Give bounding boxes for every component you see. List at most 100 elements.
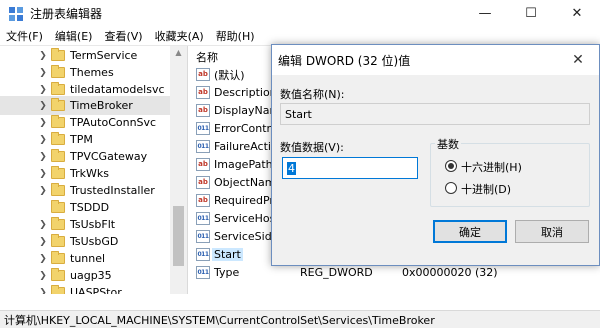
menu-view[interactable]: 查看(V) bbox=[98, 28, 148, 44]
string-value-icon: ab bbox=[196, 176, 210, 189]
string-value-icon: ab bbox=[196, 86, 210, 99]
dword-value-icon: 011 bbox=[196, 122, 210, 135]
value-data-text: 4 bbox=[287, 161, 296, 175]
dword-value-icon: 011 bbox=[196, 266, 210, 279]
ok-button[interactable]: 确定 bbox=[433, 220, 507, 243]
edit-dword-dialog: 编辑 DWORD (32 位)值 ✕ 数值名称(N): Start 数值数据(V… bbox=[271, 44, 600, 266]
window-title: 注册表编辑器 bbox=[30, 7, 103, 21]
chevron-right-icon[interactable]: ❯ bbox=[38, 85, 48, 95]
menu-favorites[interactable]: 收藏夹(A) bbox=[149, 28, 210, 44]
string-value-icon: ab bbox=[196, 194, 210, 207]
chevron-right-icon[interactable]: ❯ bbox=[38, 135, 48, 145]
menu-file[interactable]: 文件(F) bbox=[0, 28, 49, 44]
value-data: 0x00000020 (32) bbox=[402, 266, 498, 279]
chevron-right-icon[interactable]: ❯ bbox=[38, 152, 48, 162]
menu-help[interactable]: 帮助(H) bbox=[210, 28, 261, 44]
dword-value-icon: 011 bbox=[196, 212, 210, 225]
chevron-right-icon[interactable]: ❯ bbox=[38, 101, 48, 111]
list-item[interactable]: 011 Type REG_DWORD 0x00000020 (32) bbox=[190, 264, 600, 281]
value-name-label: 数值名称(N): bbox=[280, 88, 345, 101]
tree-scrollbar[interactable]: ▲ bbox=[170, 46, 187, 294]
tree-item-label: TsUsbGD bbox=[70, 235, 119, 248]
chevron-right-icon[interactable]: ❯ bbox=[38, 186, 48, 196]
dialog-body: 数值名称(N): Start 数值数据(V): 4 基数 十六进制(H) 十进制… bbox=[272, 75, 599, 265]
tree-item-label: uagp35 bbox=[70, 269, 112, 282]
decimal-radio[interactable] bbox=[445, 182, 457, 194]
folder-icon bbox=[51, 115, 65, 128]
tree-item-label: TimeBroker bbox=[70, 99, 133, 112]
column-header-name[interactable]: 名称 bbox=[196, 49, 218, 65]
chevron-right-icon[interactable]: ❯ bbox=[38, 237, 48, 247]
status-bar-path: 计算机\HKEY_LOCAL_MACHINE\SYSTEM\CurrentCon… bbox=[0, 310, 600, 328]
dword-value-icon: 011 bbox=[196, 248, 210, 261]
tree-item-label: TPAutoConnSvc bbox=[70, 116, 157, 129]
chevron-right-icon[interactable]: ❯ bbox=[38, 118, 48, 128]
base-group-title: 基数 bbox=[435, 136, 461, 152]
folder-icon bbox=[51, 200, 65, 213]
tree-item-label: TsUsbFlt bbox=[70, 218, 116, 231]
tree-item-label: TPVCGateway bbox=[70, 150, 148, 163]
folder-icon bbox=[51, 268, 65, 281]
value-name-text: Start bbox=[285, 107, 312, 121]
tree-item-label: TSDDD bbox=[70, 201, 110, 214]
dialog-title-bar: 编辑 DWORD (32 位)值 bbox=[272, 45, 599, 75]
tree-item-label: Themes bbox=[70, 66, 114, 79]
hex-radio-label[interactable]: 十六进制(H) bbox=[461, 159, 522, 175]
cancel-button[interactable]: 取消 bbox=[515, 220, 589, 243]
value-name: ImagePath bbox=[214, 158, 273, 171]
chevron-right-icon[interactable]: ❯ bbox=[38, 169, 48, 179]
folder-icon bbox=[51, 149, 65, 162]
folder-icon bbox=[51, 98, 65, 111]
string-value-icon: ab bbox=[196, 104, 210, 117]
dialog-title: 编辑 DWORD (32 位)值 bbox=[278, 53, 411, 68]
base-groupbox: 基数 十六进制(H) 十进制(D) bbox=[430, 136, 590, 207]
folder-icon bbox=[51, 285, 65, 294]
value-name: Start bbox=[212, 248, 243, 261]
registry-editor-window: 注册表编辑器 — ☐ ✕ 文件(F) 编辑(E) 查看(V) 收藏夹(A) 帮助… bbox=[0, 0, 600, 328]
dword-value-icon: 011 bbox=[196, 230, 210, 243]
minimize-button[interactable]: — bbox=[462, 0, 508, 27]
folder-icon bbox=[51, 166, 65, 179]
scroll-up-arrow-icon[interactable]: ▲ bbox=[170, 46, 187, 60]
tree-item-label: TrkWks bbox=[70, 167, 109, 180]
value-name: (默认) bbox=[214, 68, 245, 82]
folder-icon bbox=[51, 183, 65, 196]
close-button[interactable]: ✕ bbox=[554, 0, 600, 27]
hex-radio[interactable] bbox=[445, 160, 457, 172]
folder-icon bbox=[51, 82, 65, 95]
value-type: REG_DWORD bbox=[300, 266, 373, 279]
tree-item-label: tiledatamodelsvc bbox=[70, 83, 165, 96]
binary-value-icon: 011 bbox=[196, 140, 210, 153]
key-tree[interactable]: ❯ TermService ❯ Themes ❯ tiledatamodelsv… bbox=[0, 46, 188, 294]
scrollbar-thumb[interactable] bbox=[173, 206, 184, 266]
tree-item-label: UASPStor bbox=[70, 286, 122, 294]
tree-item-label: TrustedInstaller bbox=[70, 184, 155, 197]
decimal-radio-label[interactable]: 十进制(D) bbox=[461, 181, 511, 197]
value-data-label: 数值数据(V): bbox=[280, 141, 344, 154]
chevron-right-icon[interactable]: ❯ bbox=[38, 254, 48, 264]
menu-edit[interactable]: 编辑(E) bbox=[49, 28, 99, 44]
value-name: Description bbox=[214, 86, 277, 99]
chevron-right-icon[interactable]: ❯ bbox=[38, 288, 48, 295]
folder-icon bbox=[51, 132, 65, 145]
chevron-right-icon[interactable]: ❯ bbox=[38, 68, 48, 78]
chevron-right-icon[interactable]: ❯ bbox=[38, 271, 48, 281]
tree-item[interactable]: ❯ UASPStor bbox=[0, 283, 170, 294]
maximize-button[interactable]: ☐ bbox=[508, 0, 554, 27]
registry-editor-icon bbox=[9, 6, 23, 21]
tree-item-label: TermService bbox=[70, 49, 138, 62]
chevron-right-icon[interactable]: ❯ bbox=[38, 220, 48, 230]
folder-icon bbox=[51, 251, 65, 264]
tree-item-label: TPM bbox=[70, 133, 93, 146]
folder-icon bbox=[51, 217, 65, 230]
folder-icon bbox=[51, 48, 65, 61]
tree-item-label: tunnel bbox=[70, 252, 106, 265]
folder-icon bbox=[51, 65, 65, 78]
value-name-field: Start bbox=[280, 103, 590, 125]
value-data-input[interactable]: 4 bbox=[282, 157, 418, 179]
value-name: Type bbox=[214, 266, 240, 279]
dialog-close-icon[interactable]: ✕ bbox=[567, 50, 589, 70]
chevron-right-icon[interactable]: ❯ bbox=[38, 51, 48, 61]
string-value-icon: ab bbox=[196, 158, 210, 171]
title-bar: 注册表编辑器 — ☐ ✕ bbox=[0, 0, 600, 27]
